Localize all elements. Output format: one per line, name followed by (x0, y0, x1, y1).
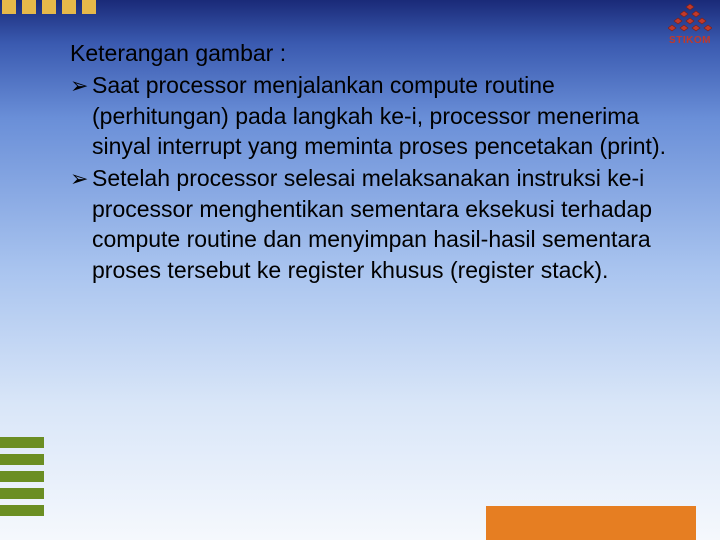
decor-bottom-block (486, 506, 696, 540)
bullet-text: Setelah processor selesai melaksanakan i… (92, 163, 680, 284)
decor-square (2, 0, 16, 14)
slide: STIKOM Keterangan gambar : ➢ Saat proces… (0, 0, 720, 540)
decor-square (42, 0, 56, 14)
decor-square (82, 0, 96, 14)
logo-icon (668, 2, 712, 36)
decor-bar (0, 437, 44, 448)
content-area: Keterangan gambar : ➢ Saat processor men… (70, 38, 680, 287)
decor-bar (0, 454, 44, 465)
decor-bar (0, 505, 44, 516)
decor-bar (0, 488, 44, 499)
bullet-item: ➢ Saat processor menjalankan compute rou… (70, 70, 680, 161)
bullet-marker: ➢ (70, 70, 92, 161)
decor-square (62, 0, 76, 14)
decor-top-squares (0, 0, 96, 14)
bullet-marker: ➢ (70, 163, 92, 284)
decor-bar (0, 471, 44, 482)
decor-left-bars (0, 437, 44, 516)
bullet-item: ➢ Setelah processor selesai melaksanakan… (70, 163, 680, 284)
decor-square (22, 0, 36, 14)
bullet-text: Saat processor menjalankan compute routi… (92, 70, 680, 161)
heading: Keterangan gambar : (70, 38, 680, 68)
